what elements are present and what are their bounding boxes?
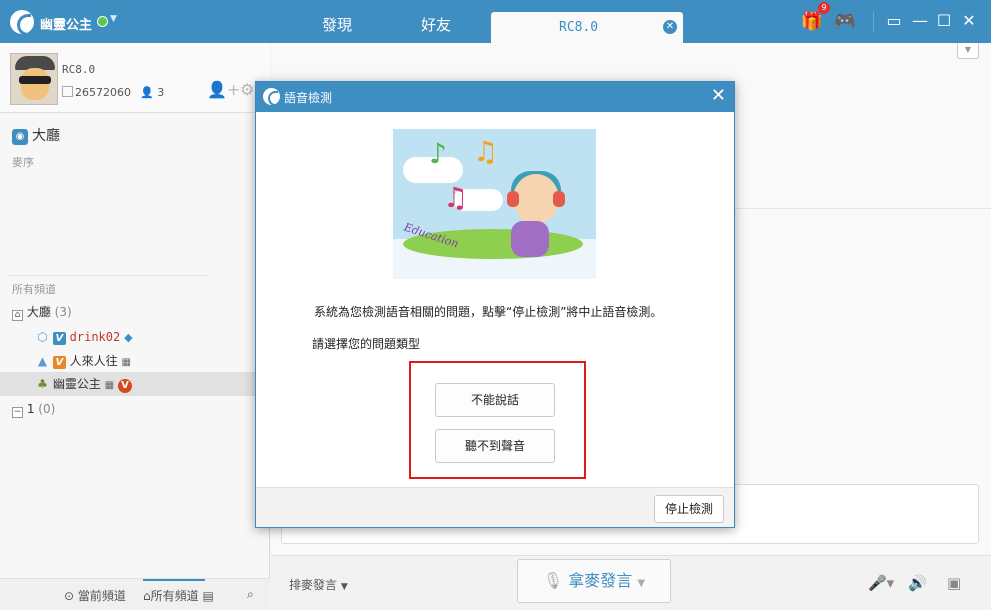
tab-discover[interactable]: 發現 bbox=[322, 14, 352, 35]
tab-all-channels-label: 所有頻道 bbox=[150, 589, 199, 603]
gift-icon[interactable]: 🎁 bbox=[800, 10, 824, 34]
hall-entry[interactable]: ◉ 大廳 bbox=[12, 125, 60, 145]
minimize-icon[interactable]: — bbox=[910, 11, 930, 31]
tab-room-rc80[interactable]: RC8.0 ✕ bbox=[491, 12, 683, 43]
music-illustration: ♪ ♫ ♫ Education bbox=[393, 129, 596, 279]
channel-member-row[interactable]: ▲ V 人來人往 ▦ bbox=[0, 349, 270, 373]
panel-dropdown-icon[interactable]: ▼ bbox=[957, 43, 979, 59]
gift-count-badge: 9 bbox=[818, 2, 830, 14]
user-icon: ▲ bbox=[37, 354, 48, 368]
id-card-icon bbox=[62, 86, 73, 97]
profile-fans-count: 3 bbox=[157, 86, 165, 99]
channel-member-row[interactable]: ⬡ V drink02 ◆ bbox=[0, 325, 270, 349]
profile-card: RC8.0 26572060 👤 3 👤+ ⚙ bbox=[0, 43, 270, 113]
cannot-hear-button[interactable]: 聽不到聲音 bbox=[435, 429, 555, 463]
chevron-down-icon: ▼ bbox=[637, 578, 646, 589]
rank-badge-icon: ▦ bbox=[121, 357, 131, 368]
channel-home-icon: ⌂ bbox=[12, 310, 23, 321]
user-menu-chevron-down-icon[interactable]: ▼ bbox=[110, 14, 117, 24]
hall-label: 大廳 bbox=[32, 128, 60, 144]
online-status-icon[interactable] bbox=[97, 16, 108, 27]
list-icon: ▤ bbox=[202, 589, 214, 603]
tab-all-channels[interactable]: ⌂所有頻道 ▤ bbox=[143, 587, 214, 604]
left-panel: RC8.0 26572060 👤 3 👤+ ⚙ ◉ 大廳 麥序 所有頻道 ⌂ 大廳… bbox=[0, 43, 270, 610]
dialog-footer: 停止檢測 bbox=[256, 487, 734, 527]
dialog-title: 語音檢測 bbox=[284, 91, 333, 105]
current-username[interactable]: 幽靈公主 bbox=[40, 14, 92, 33]
top-bar-divider bbox=[873, 12, 874, 32]
tab-active-indicator bbox=[143, 579, 205, 581]
v-badge-icon: V bbox=[52, 356, 66, 369]
voice-bar: 排麥發言 ▼ 🎙 拿麥發言 ▼ 🎤▾ 🔊 ▣ bbox=[271, 555, 991, 610]
member-name: 人來人往 bbox=[69, 354, 118, 368]
app-logo-icon bbox=[263, 88, 280, 106]
channel-name: 1 bbox=[26, 402, 35, 416]
collapse-icon[interactable]: − bbox=[12, 407, 23, 418]
tab-close-icon[interactable]: ✕ bbox=[663, 20, 677, 34]
voice-test-dialog: 語音檢測 ✕ ♪ ♫ ♫ Education 系統為您檢測語音相關的問題，點擊“… bbox=[255, 81, 735, 528]
channel-count: (3) bbox=[54, 305, 72, 319]
profile-fans: 👤 3 bbox=[140, 86, 164, 99]
mic-mode-select[interactable]: 排麥發言 ▼ bbox=[289, 576, 348, 593]
grab-mic-button[interactable]: 🎙 拿麥發言 ▼ bbox=[517, 559, 671, 603]
profile-id: 26572060 bbox=[62, 86, 131, 99]
channel-member-row-selected[interactable]: ♣ 幽靈公主 ▦ V bbox=[0, 372, 270, 396]
microphone-settings-icon[interactable]: 🎤▾ bbox=[868, 574, 894, 592]
mic-mode-label: 排麥發言 bbox=[289, 578, 338, 592]
app-logo-icon bbox=[10, 10, 34, 36]
close-window-icon[interactable]: ✕ bbox=[959, 11, 979, 31]
tab-current-channel[interactable]: ⊙ 當前頻道 bbox=[64, 587, 126, 604]
user-icon: ⬡ bbox=[37, 330, 48, 344]
maximize-icon[interactable]: ☐ bbox=[934, 11, 954, 31]
microphone-icon: 🎙 bbox=[542, 571, 564, 590]
tab-current-channel-label: 當前頻道 bbox=[77, 589, 126, 603]
dialog-header: 語音檢測 ✕ bbox=[256, 82, 734, 112]
speaker-icon[interactable]: 🔊 bbox=[908, 574, 927, 592]
chevron-down-icon: ▼ bbox=[340, 582, 348, 592]
game-controller-icon[interactable]: 🎮 bbox=[833, 10, 857, 34]
v-badge-icon: V bbox=[52, 332, 66, 345]
top-bar: 幽靈公主 ▼ 發現 好友 RC8.0 ✕ 🎁 9 🎮 ▭ — ☐ ✕ bbox=[0, 0, 991, 43]
section-divider bbox=[8, 275, 208, 276]
channel-row-hall[interactable]: ⌂ 大廳 (3) bbox=[0, 300, 270, 324]
gear-icon[interactable]: ⚙ bbox=[240, 80, 254, 99]
cannot-speak-button[interactable]: 不能說話 bbox=[435, 383, 555, 417]
dialog-message: 系統為您檢測語音相關的問題，點擊“停止檢測”將中止語音檢測。 bbox=[314, 305, 663, 319]
dialog-prompt: 請選擇您的問題類型 bbox=[312, 337, 421, 351]
member-name: drink02 bbox=[69, 330, 121, 344]
tab-room-label: RC8.0 bbox=[559, 20, 599, 35]
dialog-close-icon[interactable]: ✕ bbox=[711, 85, 726, 107]
member-name: 幽靈公主 bbox=[52, 377, 101, 391]
grab-mic-label: 拿麥發言 bbox=[568, 571, 633, 590]
profile-id-value: 26572060 bbox=[75, 86, 131, 99]
profile-name: RC8.0 bbox=[62, 63, 96, 76]
user-icon: ♣ bbox=[37, 377, 48, 391]
channel-row-1[interactable]: − 1 (0) bbox=[0, 397, 270, 421]
diamond-icon: ◆ bbox=[124, 331, 133, 344]
person-icon: 👤 bbox=[140, 86, 154, 99]
vip-badge-icon: V bbox=[117, 379, 132, 393]
rss-icon: ◉ bbox=[12, 129, 28, 145]
stop-test-button[interactable]: 停止檢測 bbox=[654, 495, 724, 523]
rank-badge-icon: ▦ bbox=[104, 380, 115, 391]
window-menu-icon[interactable]: ▭ bbox=[884, 11, 904, 31]
add-friend-icon[interactable]: 👤+ bbox=[207, 80, 240, 99]
left-bottom-bar: ⊙ 當前頻道 ⌂所有頻道 ▤ ⌕ bbox=[0, 578, 270, 610]
channel-count: (0) bbox=[38, 402, 56, 416]
recorder-icon[interactable]: ▣ bbox=[947, 574, 961, 592]
channel-name: 大廳 bbox=[26, 305, 51, 319]
search-icon[interactable]: ⌕ bbox=[247, 587, 254, 602]
all-channels-heading: 所有頻道 bbox=[12, 283, 56, 296]
mic-order-label: 麥序 bbox=[12, 156, 34, 169]
tab-friends[interactable]: 好友 bbox=[421, 14, 451, 35]
avatar[interactable] bbox=[10, 53, 58, 105]
